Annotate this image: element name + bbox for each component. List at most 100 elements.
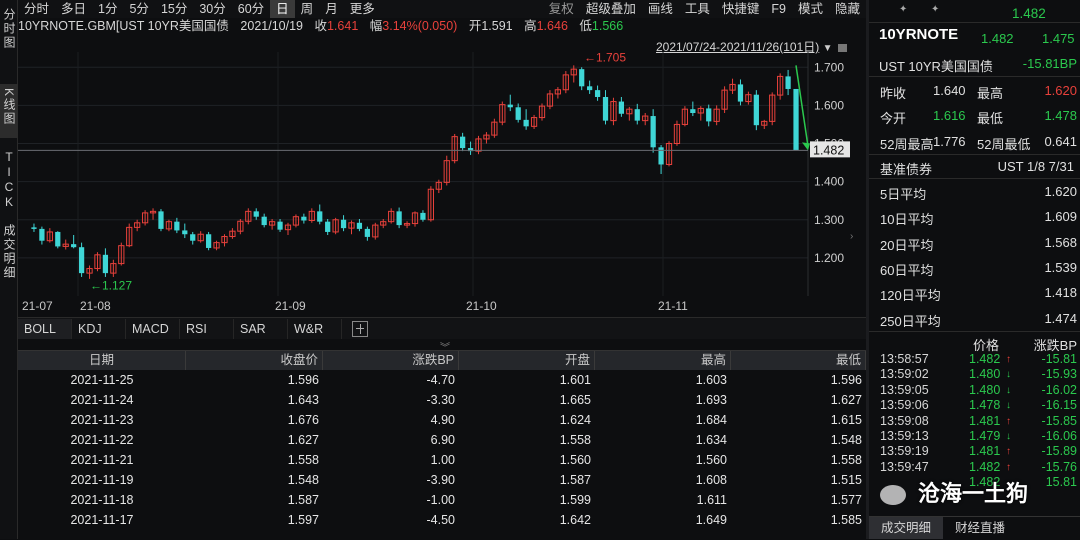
table-row[interactable]: 2021-11-24 1.643 -3.30 1.665 1.693 1.627	[18, 390, 866, 410]
column-header[interactable]: 最高	[595, 351, 731, 370]
column-header[interactable]: 收盘价	[186, 351, 323, 370]
candle-body[interactable]	[190, 234, 196, 241]
candle-body[interactable]	[785, 76, 791, 89]
trade-row: 13:59:08 1.481 ↑ -15.85	[869, 414, 1080, 429]
indicator-tab[interactable]: W&R	[288, 318, 342, 339]
period-tab[interactable]: 15分	[155, 0, 193, 18]
table-row[interactable]: 2021-11-17 1.597 -4.50 1.642 1.649 1.585	[18, 510, 866, 530]
candle-body[interactable]	[515, 107, 521, 120]
period-tab[interactable]: 月	[319, 0, 344, 18]
candle-body[interactable]	[277, 221, 283, 230]
candle-body[interactable]	[39, 228, 45, 241]
side-tab-tick[interactable]: TICK	[0, 148, 18, 214]
trade-row: 13:59:05 1.480 ↓ -16.02	[869, 383, 1080, 398]
candle-body[interactable]	[205, 234, 212, 248]
candle-body[interactable]	[317, 211, 323, 222]
trade-bp: -15.89	[1041, 444, 1077, 459]
candle-body[interactable]	[523, 119, 529, 127]
candle-body[interactable]	[102, 254, 109, 274]
period-tab[interactable]: 60分	[232, 0, 270, 18]
candle-body[interactable]	[602, 96, 609, 121]
table-cell: 1.560	[695, 453, 727, 467]
side-tab-intraday[interactable]: 分时图	[0, 4, 18, 70]
candle-body[interactable]	[301, 216, 307, 221]
column-header[interactable]: 最低	[731, 351, 866, 370]
candle-body[interactable]	[78, 247, 85, 274]
candle-body[interactable]	[31, 227, 37, 229]
toolbar-menu-item[interactable]: 模式	[792, 0, 829, 18]
period-toolbar: 分时 多日 1分 5分 15分 30分 60分日周月更多 复权 超级叠加 画线 工具 快捷键 F9 模式…	[18, 0, 866, 18]
arrow-up-icon: ↑	[1006, 354, 1011, 365]
indicator-tab[interactable]: SAR	[234, 318, 288, 339]
average-value: 1.539	[1044, 259, 1077, 275]
side-tab-trades[interactable]: 成交明细	[0, 222, 18, 294]
period-tab[interactable]: 日	[270, 0, 295, 18]
candle-body[interactable]	[650, 116, 656, 148]
candle-body[interactable]	[174, 221, 180, 231]
toolbar-menu-item[interactable]: 隐藏	[829, 0, 866, 18]
toolbar-menu-item[interactable]: 复权	[543, 0, 580, 18]
table-row[interactable]: 2021-11-25 1.596 -4.70 1.601 1.603 1.596	[18, 370, 866, 390]
add-indicator-button[interactable]	[352, 320, 368, 337]
candle-body[interactable]	[594, 90, 601, 97]
column-header[interactable]: 日期	[18, 351, 186, 370]
period-tab[interactable]: 1分	[92, 0, 123, 18]
candlestick-chart[interactable]: 1.7001.6001.5001.4001.3001.2001.482←1.70…	[18, 52, 866, 296]
candle-body[interactable]	[158, 211, 164, 229]
column-header[interactable]: 涨跌BP	[323, 351, 459, 370]
toolbar-menu-item[interactable]: 超级叠加	[580, 0, 642, 18]
indicator-tab[interactable]: KDJ	[72, 318, 126, 339]
indicator-tab[interactable]: MACD	[126, 318, 180, 339]
candle-body[interactable]	[71, 244, 77, 248]
toolbar-menu-item[interactable]: F9	[765, 0, 792, 18]
candle-body[interactable]	[182, 230, 188, 235]
candle-body[interactable]	[690, 109, 696, 113]
trade-time: 13:59:05	[880, 382, 929, 397]
side-tab-kline[interactable]: K线图	[0, 84, 18, 138]
candle-body[interactable]	[340, 219, 347, 229]
toolbar-right-menu: 复权 超级叠加 画线 工具 快捷键 F9 模式 隐藏	[543, 0, 866, 18]
candle-body[interactable]	[706, 108, 712, 122]
table-row[interactable]: 2021-11-22 1.627 6.90 1.558 1.634 1.548	[18, 430, 866, 450]
candle-body[interactable]	[618, 101, 625, 114]
period-tab[interactable]: 周	[295, 0, 320, 18]
chart-collapse-icon[interactable]: ›	[850, 231, 853, 242]
candle-body[interactable]	[460, 136, 466, 149]
period-tab[interactable]: 更多	[344, 0, 381, 18]
panel-tab[interactable]: 财经直播	[943, 517, 1017, 539]
toolbar-menu-item[interactable]: 画线	[642, 0, 679, 18]
candle-body[interactable]	[396, 211, 402, 226]
candle-body[interactable]	[587, 86, 593, 91]
table-row[interactable]: 2021-11-23 1.676 4.90 1.624 1.684 1.615	[18, 410, 866, 430]
toolbar-menu-item[interactable]: 工具	[679, 0, 716, 18]
panel-tab[interactable]: 成交明细	[869, 517, 944, 539]
indicator-tab[interactable]: RSI	[180, 318, 234, 339]
candle-body[interactable]	[737, 84, 744, 102]
candle-body[interactable]	[325, 221, 331, 232]
candle-body[interactable]	[793, 88, 799, 151]
toolbar-menu-item[interactable]: 快捷键	[716, 0, 766, 18]
candle-body[interactable]	[356, 222, 363, 229]
period-tab[interactable]: 多日	[55, 0, 92, 18]
indicator-tab[interactable]: BOLL	[18, 318, 72, 339]
table-row[interactable]: 2021-11-18 1.587 -1.00 1.599 1.611 1.577	[18, 490, 866, 510]
candle-body[interactable]	[55, 231, 61, 247]
candle-body[interactable]	[364, 228, 370, 237]
pin-icon[interactable]: ✦	[899, 4, 907, 15]
period-tab[interactable]: 分时	[18, 0, 55, 18]
period-tab[interactable]: 5分	[123, 0, 154, 18]
period-tab[interactable]: 30分	[193, 0, 231, 18]
table-row[interactable]: 2021-11-19 1.548 -3.90 1.587 1.608 1.515	[18, 470, 866, 490]
candle-body[interactable]	[261, 216, 267, 226]
column-header[interactable]: 开盘	[459, 351, 595, 370]
candle-body[interactable]	[507, 104, 513, 108]
candle-body[interactable]	[634, 109, 640, 121]
candle-body[interactable]	[579, 69, 585, 87]
lock-icon[interactable]	[837, 43, 847, 52]
candle-body[interactable]	[253, 211, 259, 217]
table-row[interactable]: 2021-11-21 1.558 1.00 1.560 1.560 1.558	[18, 450, 866, 470]
candle-body[interactable]	[420, 212, 426, 220]
settings-icon[interactable]: ✦	[931, 4, 939, 15]
candle-body[interactable]	[753, 94, 759, 126]
last-price-label: 1.482	[813, 143, 844, 157]
